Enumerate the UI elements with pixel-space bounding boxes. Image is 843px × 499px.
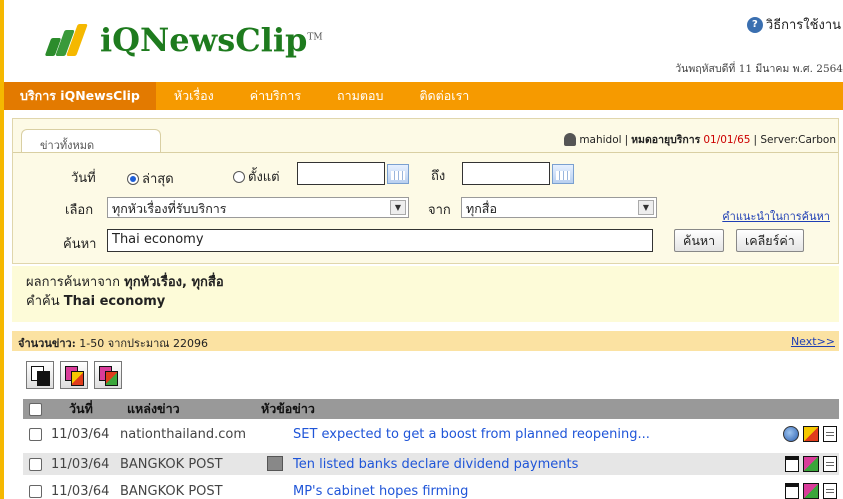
select-all-checkbox[interactable] (29, 402, 42, 416)
source-select[interactable]: ทุกสื่อ ▼ (461, 197, 657, 218)
result-source-prefix: ผลการค้นหาจาก (26, 275, 120, 290)
count-value: 1-50 จากประมาณ 22096 (79, 337, 208, 350)
select-label: เลือก (65, 203, 94, 218)
calendar-to-icon[interactable] (552, 163, 574, 184)
row-source: nationthailand.com (120, 426, 246, 442)
clear-button[interactable]: เคลียร์ค่า (736, 229, 804, 252)
search-input[interactable]: Thai economy (107, 229, 653, 252)
table-row: 11/03/64 BANGKOK POST MP's cabinet hopes… (23, 480, 839, 499)
tab-divider (13, 152, 838, 153)
logo-mark-icon (44, 20, 96, 60)
help-link[interactable]: ? วิธีการใช้งาน (746, 14, 841, 35)
table-row: 11/03/64 BANGKOK POST Ten listed banks d… (23, 453, 839, 475)
news-clip-icon[interactable] (803, 426, 819, 442)
count-label: จำนวนข่าว: (18, 337, 76, 350)
web-source-icon[interactable] (783, 426, 799, 442)
row-checkbox[interactable] (29, 457, 42, 471)
header-title: หัวข้อข่าว (261, 401, 315, 416)
radio-from[interactable] (233, 170, 245, 183)
copy-pages-icon[interactable] (26, 361, 54, 389)
clip-page-icon[interactable] (785, 456, 799, 472)
result-count-bar: จำนวนข่าว: 1-50 จากประมาณ 22096 Next>> (12, 331, 839, 351)
tab-all-news[interactable]: ข่าวทั้งหมด (21, 129, 161, 153)
row-checkbox[interactable] (29, 427, 42, 441)
table-row: 11/03/64 nationthailand.com SET expected… (23, 423, 839, 445)
expiry-date: 01/01/65 (703, 133, 751, 146)
row-title-link[interactable]: SET expected to get a boost from planned… (293, 427, 650, 442)
source-label: จาก (428, 203, 451, 218)
text-document-icon[interactable] (823, 456, 837, 472)
news-pages-icon[interactable] (60, 361, 88, 389)
row-actions (785, 456, 837, 472)
to-label: ถึง (431, 169, 446, 184)
row-actions (783, 426, 837, 442)
row-source: BANGKOK POST (120, 456, 223, 472)
user-info: mahidol | หมดอายุบริการ 01/01/65 | Serve… (564, 131, 836, 148)
calendar-from-icon[interactable] (387, 163, 409, 184)
nav-item-faq[interactable]: ถามตอบ (319, 82, 401, 110)
checked-clip-icon[interactable] (803, 456, 819, 472)
topic-select[interactable]: ทุกหัวเรื่องที่รับบริการ ▼ (107, 197, 409, 218)
text-document-icon[interactable] (823, 483, 837, 499)
search-button[interactable]: ค้นหา (674, 229, 725, 252)
row-date: 11/03/64 (51, 483, 110, 499)
date-from-input[interactable] (297, 162, 385, 185)
nav-item-topics[interactable]: หัวเรื่อง (156, 82, 232, 110)
checked-clip-icon[interactable] (803, 483, 819, 499)
chevron-down-icon: ▼ (638, 200, 654, 215)
iqnewsclip-logo[interactable]: iQNewsClipTM (44, 16, 323, 64)
clip-page-icon[interactable] (785, 483, 799, 499)
header-source: แหล่งข่าว (127, 401, 180, 416)
result-summary: ผลการค้นหาจาก ทุกหัวเรื่อง, ทุกสื่อ คำค้… (12, 266, 839, 322)
search-tips-link[interactable]: คำแนะนำในการค้นหา (722, 207, 830, 225)
user-icon (564, 133, 577, 146)
username: mahidol (579, 133, 622, 146)
date-label: วันที่ (71, 171, 96, 186)
radio-latest[interactable] (127, 172, 139, 185)
logo-text: iQNewsClipTM (100, 21, 323, 59)
checked-pages-icon[interactable] (94, 361, 122, 389)
page-header: iQNewsClipTM ? วิธีการใช้งาน วันพฤหัสบดี… (4, 0, 843, 80)
row-date: 11/03/64 (51, 426, 110, 442)
expiry-label: หมดอายุบริการ (631, 134, 701, 146)
server-name: | Server:Carbon (753, 133, 837, 146)
chevron-down-icon: ▼ (390, 200, 406, 215)
toolbar (26, 361, 122, 389)
nav-item-contact[interactable]: ติดต่อเรา (401, 82, 487, 110)
text-document-icon[interactable] (823, 426, 837, 442)
query-label: ค้นหา (63, 237, 97, 252)
main-nav: บริการ iQNewsClip หัวเรื่อง ค่าบริการ ถา… (4, 82, 843, 110)
row-title-link[interactable]: MP's cabinet hopes firming (293, 484, 468, 499)
next-page-link[interactable]: Next>> (791, 335, 835, 348)
row-checkbox[interactable] (29, 484, 42, 498)
row-source: BANGKOK POST (120, 483, 223, 499)
help-label: วิธีการใช้งาน (765, 18, 841, 33)
row-date: 11/03/64 (51, 456, 110, 472)
row-actions (785, 483, 837, 499)
radio-latest-label: ล่าสุด (142, 172, 174, 187)
result-keyword-prefix: คำค้น (26, 294, 60, 309)
search-panel: ข่าวทั้งหมด mahidol | หมดอายุบริการ 01/0… (12, 118, 839, 264)
nav-item-pricing[interactable]: ค่าบริการ (232, 82, 319, 110)
header-date: วันที่ (69, 401, 93, 416)
result-source-value: ทุกหัวเรื่อง, ทุกสื่อ (124, 275, 224, 290)
radio-from-label: ตั้งแต่ (248, 170, 280, 185)
table-header: วันที่ แหล่งข่าว หัวข้อข่าว (23, 399, 839, 419)
date-to-input[interactable] (462, 162, 550, 185)
photo-icon[interactable] (267, 456, 283, 471)
result-keyword-value: Thai economy (63, 294, 166, 309)
help-icon: ? (746, 16, 763, 33)
current-date: วันพฤหัสบดีที่ 11 มีนาคม พ.ศ. 2564 (675, 63, 843, 75)
row-title-link[interactable]: Ten listed banks declare dividend paymen… (293, 457, 578, 472)
nav-item-service[interactable]: บริการ iQNewsClip (4, 82, 156, 110)
